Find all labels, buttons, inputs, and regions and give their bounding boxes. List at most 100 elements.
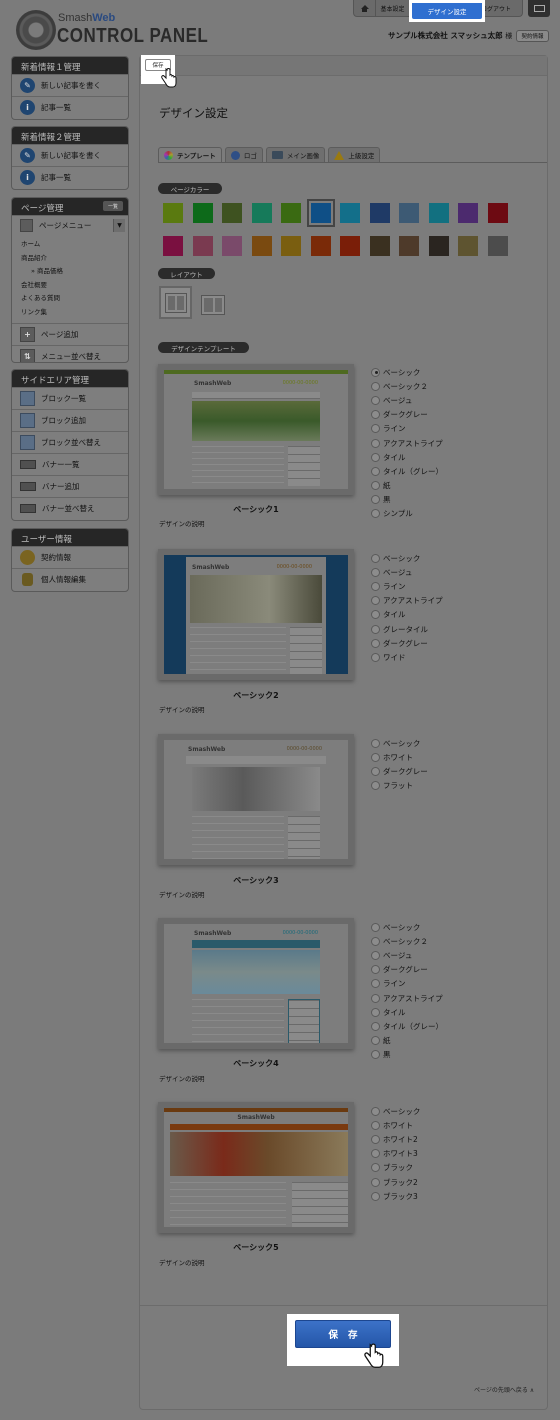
template-thumbnail-1[interactable]: SmashWeb 0000-00-0000 [158, 364, 354, 495]
color-swatch[interactable] [428, 203, 449, 223]
sidebar-item-banner-list[interactable]: バナー一覧 [12, 453, 128, 475]
color-swatch[interactable] [487, 203, 508, 223]
contract-info-button[interactable]: 契約情報 [516, 30, 549, 42]
layout-option-wide[interactable] [199, 291, 227, 319]
variant-option[interactable]: ベージュ [371, 393, 443, 407]
template-thumbnail-2[interactable]: SmashWeb 0000-00-0000 [158, 549, 354, 680]
variant-option[interactable]: ブラック2 [371, 1175, 420, 1189]
variant-option[interactable]: 紙 [371, 1034, 443, 1048]
variant-option[interactable]: ワイド [371, 650, 443, 664]
color-swatch[interactable] [428, 236, 449, 256]
sidebar-item-post-list-1[interactable]: i 記事一覧 [12, 96, 128, 118]
sidebar-item-sort-blocks[interactable]: ブロック並べ替え [12, 431, 128, 453]
sidebar-item-add-banner[interactable]: バナー追加 [12, 475, 128, 497]
variant-option[interactable]: アクアストライプ [371, 991, 443, 1005]
color-swatch[interactable] [281, 203, 301, 223]
menu-item-products[interactable]: 商品紹介 [21, 252, 128, 266]
sidebar-item-add-page[interactable]: + ページ追加 [12, 323, 128, 345]
nav-design-settings-highlight[interactable]: デザイン設定 [409, 0, 485, 22]
variant-option[interactable]: タイル [371, 608, 443, 622]
color-swatch[interactable] [281, 236, 301, 256]
variant-option[interactable]: ベーシック２ [371, 379, 443, 393]
sidebar-item-add-block[interactable]: ブロック追加 [12, 409, 128, 431]
color-swatch[interactable] [192, 203, 213, 223]
variant-option[interactable]: ベーシック [371, 736, 428, 750]
color-swatch[interactable] [192, 236, 213, 256]
color-swatch[interactable] [340, 203, 360, 223]
sidebar-item-new-post-1[interactable]: ✎ 新しい記事を書く [12, 74, 128, 96]
variant-option[interactable]: アクアストライプ [371, 594, 443, 608]
variant-option[interactable]: タイル（グレー） [371, 464, 443, 478]
variant-option[interactable]: ダークグレー [371, 408, 443, 422]
tab-main-image[interactable]: メイン画像 [265, 147, 326, 162]
variant-option[interactable]: ダークグレー [371, 636, 443, 650]
variant-option[interactable]: ブラック [371, 1161, 420, 1175]
template-thumbnail-4[interactable]: SmashWeb 0000-00-0000 [158, 918, 354, 1049]
variant-option[interactable]: ライン [371, 579, 443, 593]
menu-item-company[interactable]: 会社概要 [21, 279, 128, 293]
variant-option[interactable]: ベージュ [371, 948, 443, 962]
sidebar-item-sort-menu[interactable]: ⇅ メニュー並べ替え [12, 345, 128, 362]
sidebar-item-contract[interactable]: 契約情報 [12, 546, 128, 568]
color-swatch[interactable] [222, 203, 242, 223]
color-swatch[interactable] [458, 203, 478, 223]
variant-option[interactable]: ライン [371, 422, 443, 436]
back-to-top-link[interactable]: ページの先頭へ戻る ∧ [474, 1385, 534, 1394]
nav-home[interactable] [354, 0, 376, 16]
color-swatch[interactable] [487, 236, 508, 256]
sidebar-item-new-post-2[interactable]: ✎ 新しい記事を書く [12, 144, 128, 166]
color-swatch[interactable] [399, 236, 419, 256]
variant-option[interactable]: ライン [371, 977, 443, 991]
variant-option[interactable]: タイル（グレー） [371, 1019, 443, 1033]
variant-option[interactable]: タイル [371, 450, 443, 464]
variant-option[interactable]: アクアストライプ [371, 436, 443, 450]
color-swatch[interactable] [222, 236, 242, 256]
variant-option[interactable]: ベーシック [371, 551, 443, 565]
sidebar-item-post-list-2[interactable]: i 記事一覧 [12, 166, 128, 188]
variant-option[interactable]: グレータイル [371, 622, 443, 636]
variant-option[interactable]: ベーシック２ [371, 934, 443, 948]
variant-option[interactable]: ホワイト [371, 750, 428, 764]
page-menu-select[interactable]: ページメニュー ▼ [12, 215, 128, 235]
template-thumbnail-3[interactable]: SmashWeb 0000-00-0000 [158, 734, 354, 865]
nav-basic-settings[interactable]: 基本設定 [376, 0, 410, 16]
variant-option[interactable]: フラット [371, 779, 428, 793]
variant-option[interactable]: ダークグレー [371, 764, 428, 778]
variant-option[interactable]: ベーシック [371, 365, 443, 379]
color-swatch[interactable] [458, 236, 478, 256]
menu-item-faq[interactable]: よくある質問 [21, 292, 128, 306]
variant-option[interactable]: 紙 [371, 479, 443, 493]
menu-item-links[interactable]: リンク集 [21, 306, 128, 320]
menu-item-prices[interactable]: » 商品価格 [21, 265, 128, 279]
variant-option[interactable]: ベージュ [371, 565, 443, 579]
sidebar-item-block-list[interactable]: ブロック一覧 [12, 387, 128, 409]
variant-option[interactable]: ベーシック [371, 1104, 420, 1118]
variant-option[interactable]: 黒 [371, 1048, 443, 1062]
page-list-button[interactable]: 一覧 [103, 201, 123, 211]
color-swatch[interactable] [306, 199, 335, 227]
menu-item-home[interactable]: ホーム [21, 238, 128, 252]
color-swatch[interactable] [163, 203, 183, 223]
color-swatch[interactable] [251, 236, 272, 256]
color-swatch[interactable] [369, 203, 390, 223]
variant-option[interactable]: ホワイト2 [371, 1132, 420, 1146]
color-swatch[interactable] [369, 236, 390, 256]
variant-option[interactable]: ダークグレー [371, 963, 443, 977]
variant-option[interactable]: ブラック3 [371, 1189, 420, 1203]
variant-option[interactable]: タイル [371, 1005, 443, 1019]
preview-button[interactable] [528, 0, 550, 17]
tab-logo[interactable]: ロゴ [224, 147, 263, 162]
sidebar-item-sort-banners[interactable]: バナー並べ替え [12, 497, 128, 519]
color-swatch[interactable] [399, 203, 419, 223]
color-swatch[interactable] [340, 236, 360, 256]
template-thumbnail-5[interactable]: SmashWeb [158, 1102, 354, 1233]
variant-option[interactable]: 黒 [371, 493, 443, 507]
tab-advanced[interactable]: 上級設定 [328, 147, 381, 162]
sidebar-item-profile[interactable]: 個人情報編集 [12, 568, 128, 590]
layout-option-two-column[interactable] [159, 286, 192, 319]
variant-option[interactable]: シンプル [371, 507, 443, 521]
color-swatch[interactable] [251, 203, 272, 223]
color-swatch[interactable] [310, 236, 331, 256]
tab-template[interactable]: テンプレート [158, 147, 222, 162]
variant-option[interactable]: ベーシック [371, 920, 443, 934]
